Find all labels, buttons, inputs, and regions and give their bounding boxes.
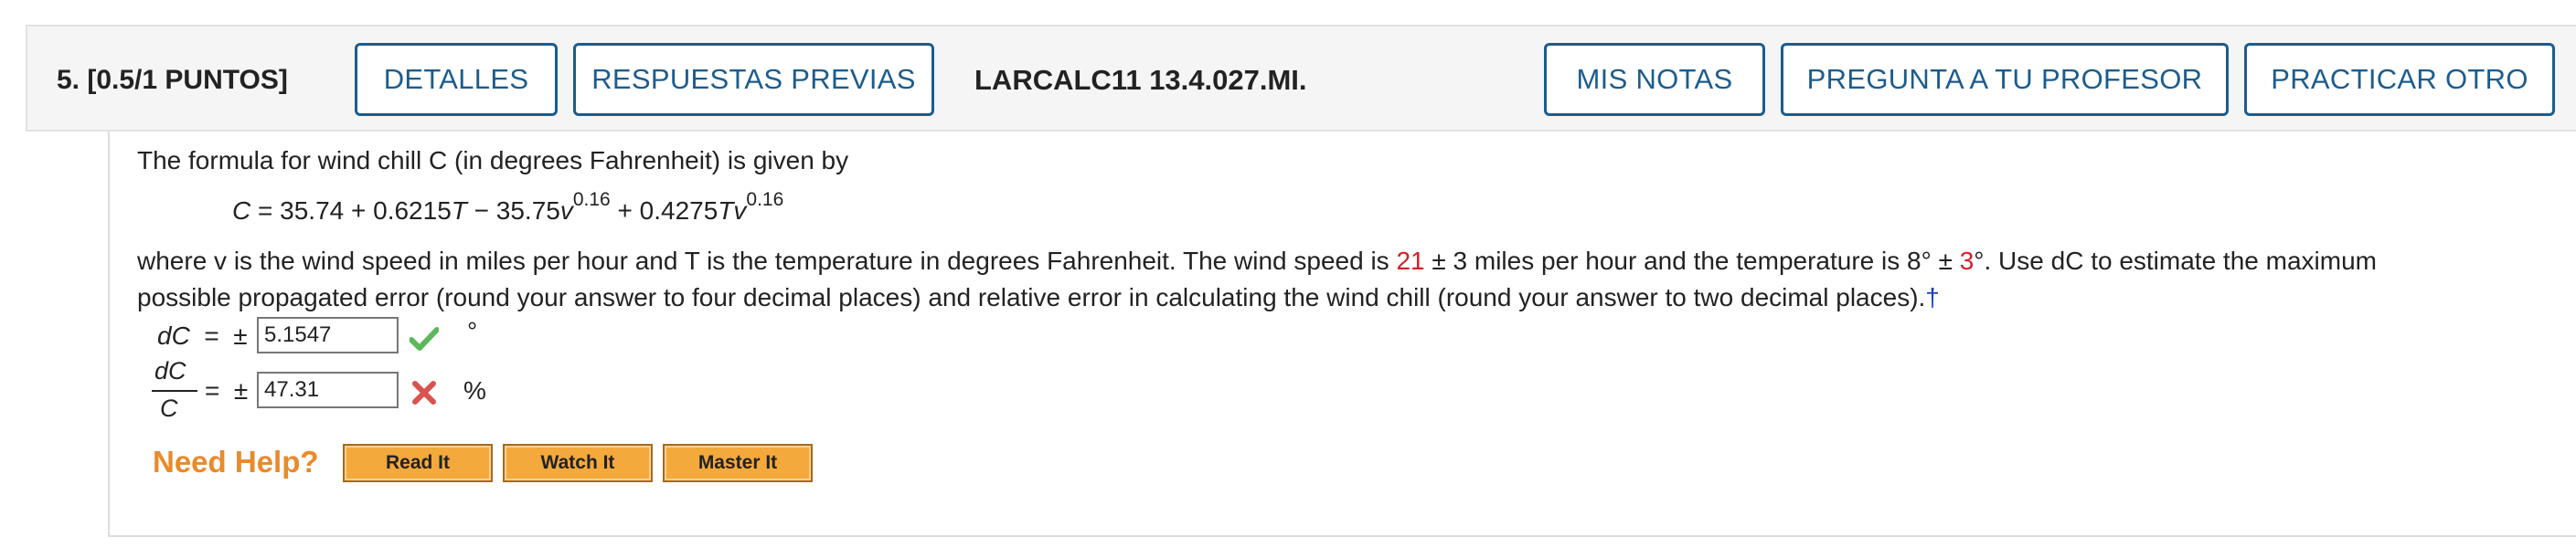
question-body-line-2: possible propagated error (round your an…: [137, 283, 1940, 312]
dc-unit: °: [467, 317, 478, 345]
fraction-bar: [152, 390, 197, 392]
assignment-id: LARCALC11 13.4.027.MI.: [974, 64, 1307, 96]
dc-label: dC = ±: [157, 321, 248, 350]
question-number-points: 5. [0.5/1 PUNTOS]: [57, 65, 288, 95]
body-text-1c: °. Use dC to estimate the maximum: [1974, 247, 2377, 275]
dc-over-c-numerator: dC: [154, 357, 186, 385]
practice-another-button[interactable]: PRACTICAR OTRO: [2244, 43, 2555, 116]
question-panel: The formula for wind chill C (in degrees…: [108, 132, 2576, 537]
rel-equals: = ±: [205, 376, 249, 405]
body-text-1b: ± 3 miles per hour and the temperature i…: [1424, 247, 1960, 275]
body-text-1a: where v is the wind speed in miles per h…: [137, 247, 1397, 275]
wind-speed-value: 21: [1396, 247, 1425, 275]
check-icon: [410, 327, 439, 351]
relative-error-input[interactable]: 47.31: [257, 372, 399, 408]
cross-icon: [412, 381, 436, 405]
temperature-error-value: 3: [1959, 247, 1975, 275]
previous-answers-button[interactable]: RESPUESTAS PREVIAS: [573, 43, 934, 116]
dagger-footnote-link[interactable]: †: [1925, 283, 1940, 311]
master-it-button[interactable]: Master It: [663, 444, 813, 482]
dc-answer-input[interactable]: 5.1547: [257, 317, 399, 353]
question-header: 5. [0.5/1 PUNTOS] DETALLES RESPUESTAS PR…: [26, 25, 2576, 132]
question-body-line-1: where v is the wind speed in miles per h…: [137, 247, 2377, 276]
ask-teacher-button[interactable]: PREGUNTA A TU PROFESOR: [1781, 43, 2229, 116]
intro-text: The formula for wind chill C (in degrees…: [137, 146, 849, 174]
wind-chill-formula: C = 35.74 + 0.6215T − 35.75v0.16 + 0.427…: [232, 188, 784, 225]
watch-it-button[interactable]: Watch It: [503, 444, 653, 482]
dc-over-c-denominator: C: [160, 395, 178, 422]
details-button[interactable]: DETALLES: [355, 43, 558, 116]
need-help-label: Need Help?: [153, 445, 319, 479]
my-notes-button[interactable]: MIS NOTAS: [1544, 43, 1765, 116]
relative-error-unit: %: [463, 376, 486, 405]
read-it-button[interactable]: Read It: [343, 444, 493, 482]
question-intro: The formula for wind chill C (in degrees…: [137, 146, 848, 175]
body-text-2: possible propagated error (round your an…: [137, 283, 1926, 311]
